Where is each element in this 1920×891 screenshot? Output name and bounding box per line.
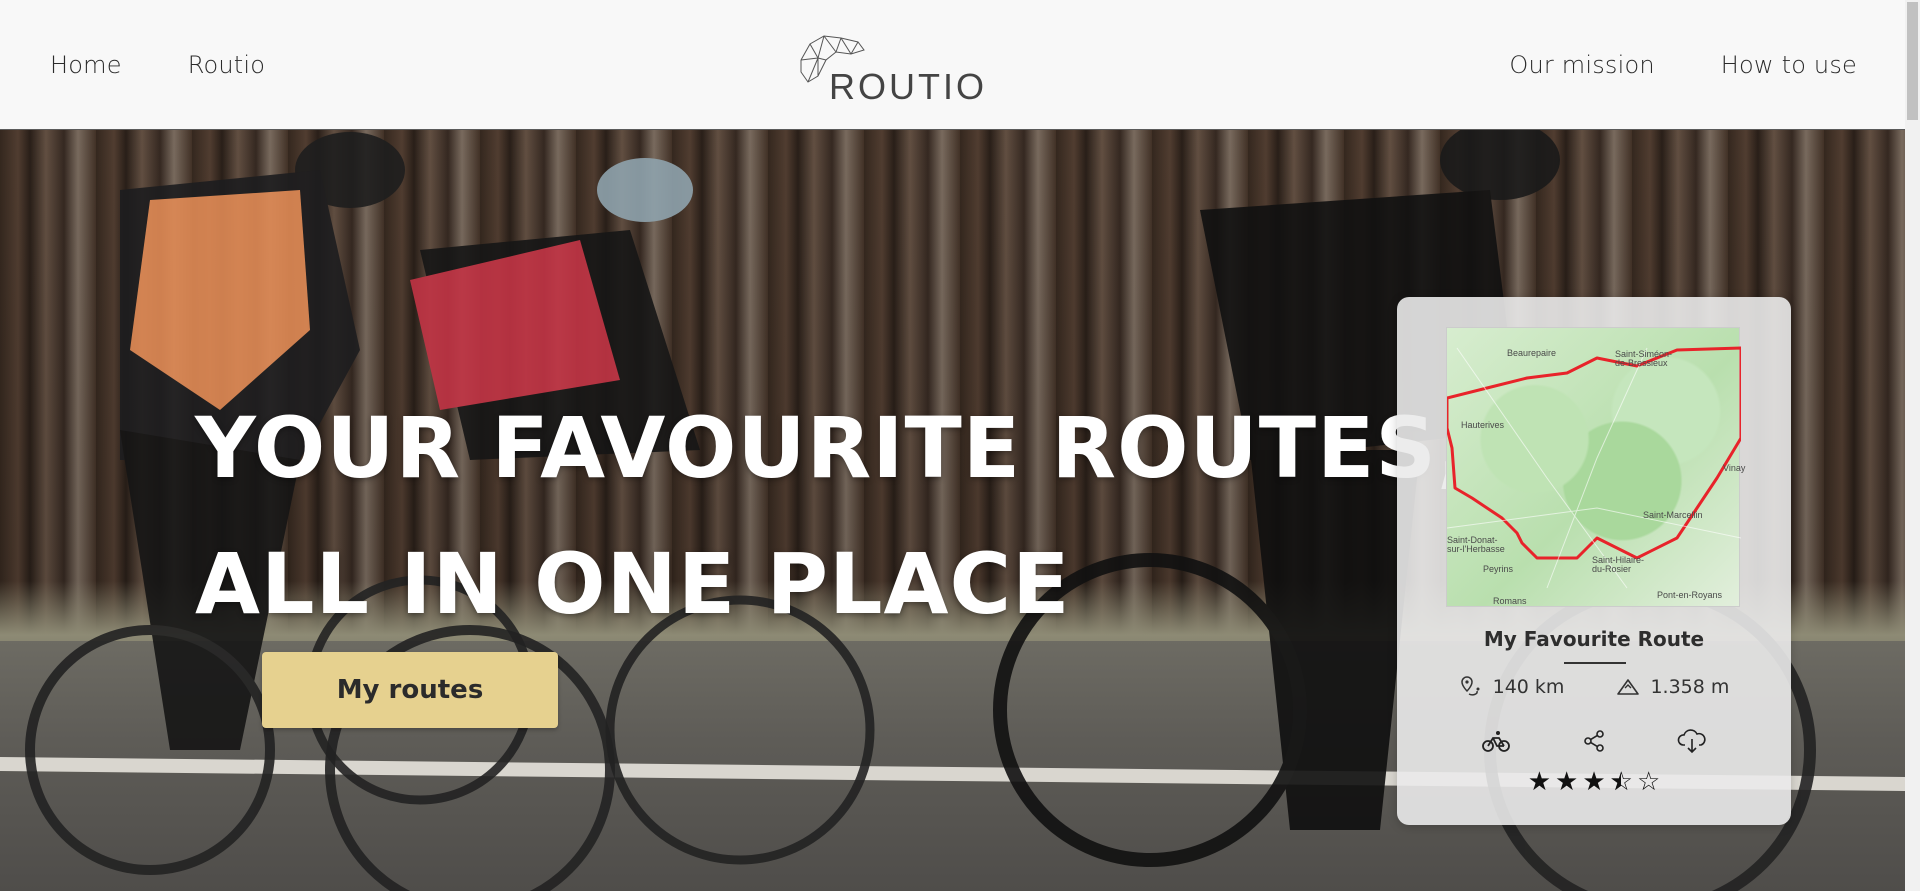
map-label: Saint-Hilaire-du-Rosier bbox=[1592, 555, 1645, 574]
map-label: Romans bbox=[1493, 596, 1527, 606]
map-label: Beaurepaire bbox=[1507, 348, 1557, 358]
cloud-download-icon bbox=[1677, 729, 1706, 754]
map-label: Saint-Siméon-de-Bressieux bbox=[1615, 349, 1673, 368]
rating-stars[interactable]: ★ ★ ★ ★☆ ☆ bbox=[1397, 767, 1791, 797]
title-divider bbox=[1564, 662, 1626, 664]
star-full-icon[interactable]: ★ bbox=[1555, 767, 1578, 797]
nav-how-to-use-link[interactable]: How to use bbox=[1721, 51, 1857, 79]
map-label: Vinay bbox=[1723, 463, 1746, 473]
elevation-value: 1.358 m bbox=[1650, 676, 1730, 698]
nav-home-link[interactable]: Home bbox=[50, 51, 122, 79]
star-empty-icon[interactable]: ☆ bbox=[1637, 767, 1660, 797]
hero-headline: YOUR FAVOURITE ROUTES, ALL IN ONE PLACE bbox=[195, 380, 1470, 652]
hero-section: YOUR FAVOURITE ROUTES, ALL IN ONE PLACE … bbox=[0, 130, 1905, 891]
route-pin-icon bbox=[1460, 676, 1480, 696]
nav-left-links: Home Routio bbox=[0, 51, 265, 79]
mountain-icon bbox=[1617, 679, 1640, 695]
route-card[interactable]: Beaurepaire Saint-Siméon-de-Bressieux Sa… bbox=[1397, 297, 1791, 825]
nav-our-mission-link[interactable]: Our mission bbox=[1509, 51, 1654, 79]
star-full-icon[interactable]: ★ bbox=[1582, 767, 1605, 797]
nav-right-links: Our mission How to use bbox=[1509, 51, 1905, 79]
ride-button[interactable] bbox=[1480, 727, 1512, 755]
hero-headline-line1: YOUR FAVOURITE ROUTES, bbox=[195, 399, 1470, 497]
map-label: Saint-Marcellin bbox=[1643, 510, 1703, 520]
distance-value: 140 km bbox=[1492, 676, 1565, 698]
map-label: Saint-Donat-sur-l'Herbasse bbox=[1447, 535, 1505, 554]
map-label: Pont-en-Royans bbox=[1657, 590, 1723, 600]
route-actions bbox=[1397, 727, 1791, 755]
map-label: Peyrins bbox=[1483, 564, 1514, 574]
map-label: Hauterives bbox=[1461, 420, 1505, 430]
nav-routio-link[interactable]: Routio bbox=[188, 51, 265, 79]
share-button[interactable] bbox=[1578, 727, 1610, 755]
download-button[interactable] bbox=[1676, 727, 1708, 755]
route-map[interactable]: Beaurepaire Saint-Siméon-de-Bressieux Sa… bbox=[1446, 327, 1745, 607]
brand-name: ROUTIO bbox=[829, 66, 987, 107]
star-full-icon[interactable]: ★ bbox=[1528, 767, 1551, 797]
route-title[interactable]: My Favourite Route bbox=[1397, 627, 1791, 651]
brand-logo[interactable]: ROUTIO bbox=[796, 32, 984, 107]
hero-headline-line2: ALL IN ONE PLACE bbox=[195, 535, 1071, 633]
route-stats: 140 km 1.358 m bbox=[1397, 675, 1791, 699]
distance-stat: 140 km bbox=[1459, 675, 1565, 699]
scrollbar-thumb[interactable] bbox=[1907, 2, 1918, 120]
my-routes-button[interactable]: My routes bbox=[262, 652, 558, 728]
top-navbar: Home Routio ROUTIO Our mission How to us… bbox=[0, 0, 1905, 130]
share-icon bbox=[1584, 730, 1604, 752]
star-half-icon[interactable]: ★☆ bbox=[1610, 767, 1633, 797]
bicycle-icon bbox=[1482, 731, 1510, 752]
elevation-stat: 1.358 m bbox=[1616, 676, 1729, 698]
scrollbar-track[interactable] bbox=[1905, 0, 1920, 891]
